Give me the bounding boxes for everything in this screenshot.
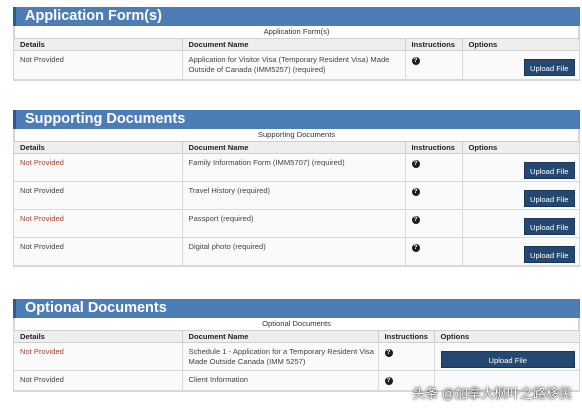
column-header-details: Details xyxy=(14,141,183,154)
upload-file-button[interactable]: Upload File xyxy=(523,246,575,263)
table-row: Not Provided Schedule 1 - Application fo… xyxy=(14,342,579,371)
column-header-options: Options xyxy=(462,141,579,154)
supporting-documents-table: Supporting Documents Details Document Na… xyxy=(13,129,580,267)
upload-file-button[interactable]: Upload File xyxy=(523,190,575,207)
column-header-details: Details xyxy=(14,38,183,51)
instructions-cell: ? xyxy=(378,342,435,371)
watermark: 头条 @加拿大枫叶之路移民 xyxy=(412,386,572,401)
options-cell: Upload File xyxy=(462,50,579,80)
table-row: Not Provided Family Information Form (IM… xyxy=(14,153,579,182)
column-header-options: Options xyxy=(462,38,579,51)
application-forms-section: Application Form(s) Application Form(s) … xyxy=(13,7,580,81)
application-forms-table: Application Form(s) Details Document Nam… xyxy=(13,26,580,81)
column-header-options: Options xyxy=(434,330,579,343)
column-header-instructions: Instructions xyxy=(405,141,463,154)
optional-documents-section: Optional Documents Optional Documents De… xyxy=(13,299,580,392)
document-name-cell: Passport (required) xyxy=(182,209,406,238)
table-caption: Application Form(s) xyxy=(14,26,579,38)
options-cell: Upload File xyxy=(434,342,579,371)
options-cell: Upload File xyxy=(462,237,579,266)
options-cell: Upload File xyxy=(462,181,579,210)
details-cell: Not Provided xyxy=(14,237,183,266)
options-cell: Upload File xyxy=(462,153,579,182)
table-row: Not Provided Digital photo (required) ? … xyxy=(14,237,579,266)
details-cell: Not Provided xyxy=(14,50,183,80)
upload-file-button[interactable]: Upload File xyxy=(523,162,575,179)
column-header-instructions: Instructions xyxy=(378,330,435,343)
help-icon[interactable]: ? xyxy=(384,377,393,385)
section-header: Optional Documents xyxy=(13,299,580,318)
document-name-cell: Schedule 1 - Application for a Temporary… xyxy=(182,342,379,371)
table-caption: Optional Documents xyxy=(14,318,579,330)
section-header: Supporting Documents xyxy=(13,110,580,129)
details-cell: Not Provided xyxy=(14,370,183,391)
document-name-cell: Travel History (required) xyxy=(182,181,406,210)
document-name-cell: Family Information Form (IMM5707) (requi… xyxy=(182,153,406,182)
column-header-document-name: Document Name xyxy=(182,141,406,154)
upload-file-button[interactable]: Upload File xyxy=(523,59,575,76)
table-caption: Supporting Documents xyxy=(14,129,579,141)
column-header-document-name: Document Name xyxy=(182,330,379,343)
instructions-cell: ? xyxy=(405,50,463,80)
table-row: Not Provided Travel History (required) ?… xyxy=(14,181,579,210)
help-icon[interactable]: ? xyxy=(411,188,420,196)
help-icon[interactable]: ? xyxy=(384,349,393,357)
optional-documents-table: Optional Documents Details Document Name… xyxy=(13,318,580,392)
document-name-cell: Application for Visitor Visa (Temporary … xyxy=(182,50,406,80)
upload-file-button[interactable]: Upload File xyxy=(440,351,575,368)
table-row: Not Provided Passport (required) ? Uploa… xyxy=(14,209,579,238)
column-header-document-name: Document Name xyxy=(182,38,406,51)
help-icon[interactable]: ? xyxy=(411,216,420,224)
help-icon[interactable]: ? xyxy=(411,160,420,168)
column-header-instructions: Instructions xyxy=(405,38,463,51)
upload-file-button[interactable]: Upload File xyxy=(523,218,575,235)
instructions-cell: ? xyxy=(405,209,463,238)
document-name-cell: Client Information xyxy=(182,370,379,391)
options-cell: Upload File xyxy=(462,209,579,238)
help-icon[interactable]: ? xyxy=(411,244,420,252)
details-cell: Not Provided xyxy=(14,342,183,371)
section-header: Application Form(s) xyxy=(13,7,580,26)
table-row: Not Provided Application for Visitor Vis… xyxy=(14,50,579,80)
details-cell: Not Provided xyxy=(14,181,183,210)
column-header-details: Details xyxy=(14,330,183,343)
help-icon[interactable]: ? xyxy=(411,57,420,65)
supporting-documents-section: Supporting Documents Supporting Document… xyxy=(13,110,580,267)
document-name-cell: Digital photo (required) xyxy=(182,237,406,266)
details-cell: Not Provided xyxy=(14,209,183,238)
details-cell: Not Provided xyxy=(14,153,183,182)
instructions-cell: ? xyxy=(405,237,463,266)
instructions-cell: ? xyxy=(405,153,463,182)
instructions-cell: ? xyxy=(405,181,463,210)
